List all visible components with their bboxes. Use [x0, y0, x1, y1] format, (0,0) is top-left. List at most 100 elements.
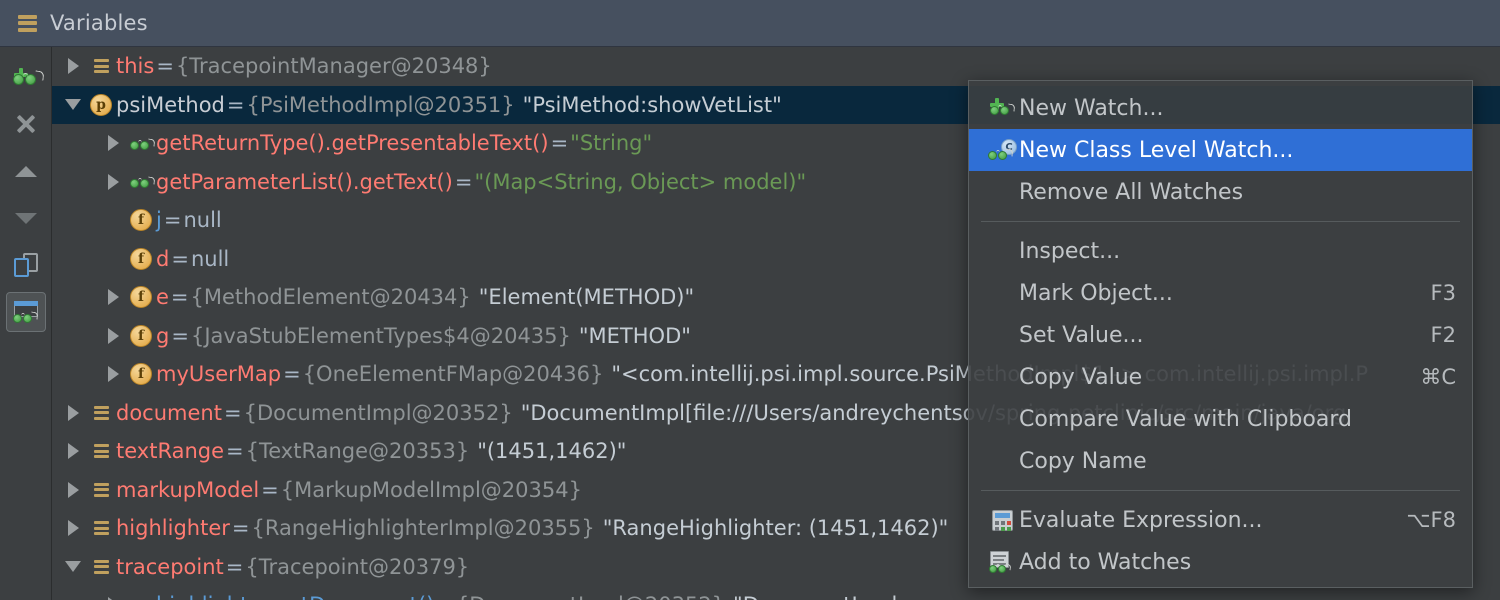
variable-name: tracepoint: [116, 555, 224, 579]
menu-item-label: Compare Value with Clipboard: [1019, 407, 1456, 432]
copy-documents-icon: [14, 253, 38, 277]
page-title: Variables: [50, 11, 148, 35]
object-reference: {PsiMethodImpl@20351}: [246, 93, 514, 117]
menu-item-label: Copy Value: [1019, 365, 1400, 390]
equals-sign: =: [453, 170, 475, 194]
equals-sign: =: [162, 208, 184, 232]
variable-value: "PsiMethod:showVetList": [515, 93, 782, 117]
class-level-watch-button[interactable]: [6, 292, 46, 332]
variable-name: g: [156, 324, 169, 348]
chevron-right-icon[interactable]: [60, 443, 86, 459]
equals-sign: =: [224, 555, 246, 579]
variable-value: null: [191, 247, 229, 271]
object-reference: {TracepointManager@20348}: [176, 54, 492, 78]
move-up-button[interactable]: [6, 151, 46, 191]
watch-glasses-icon: [126, 175, 156, 188]
calculator-icon: [985, 510, 1019, 531]
object-reference: {Tracepoint@20379}: [245, 555, 469, 579]
stacked-bars-icon: [86, 483, 116, 497]
f-badge-icon: f: [126, 286, 156, 308]
variable-value: "String": [570, 131, 652, 155]
menu-item-shortcut: F3: [1411, 281, 1456, 305]
chevron-right-icon[interactable]: [100, 366, 126, 382]
remove-watch-button[interactable]: [6, 104, 46, 144]
variable-name: document: [116, 401, 222, 425]
variable-value: "(1451,1462)": [469, 439, 626, 463]
chevron-right-icon[interactable]: [100, 289, 126, 305]
chevron-right-icon[interactable]: [100, 328, 126, 344]
variable-name: this: [116, 54, 154, 78]
menu-item-new-class-level-watch[interactable]: CNew Class Level Watch...: [969, 129, 1472, 171]
equals-sign: =: [154, 54, 176, 78]
stacked-bars-icon: [86, 444, 116, 458]
equals-sign: =: [169, 324, 191, 348]
variables-panel-window: Variables thi: [0, 0, 1500, 600]
watch-glasses-icon: [126, 137, 156, 150]
menu-item-shortcut: ⌘C: [1400, 365, 1456, 389]
new-watch-button[interactable]: [6, 57, 46, 97]
copy-button[interactable]: [6, 245, 46, 285]
menu-item-copy-name[interactable]: Copy Name: [969, 440, 1472, 482]
chevron-right-icon[interactable]: [100, 174, 126, 190]
context-menu[interactable]: New Watch... CNew Class Level Watch...Rem…: [968, 80, 1473, 588]
menu-item-label: New Class Level Watch...: [1019, 138, 1456, 163]
variable-name: e: [156, 285, 169, 309]
variable-name: getReturnType().getPresentableText(): [156, 131, 549, 155]
variable-name: highlighter.getDocument(): [156, 593, 434, 600]
object-reference: {MethodElement@20434}: [191, 285, 471, 309]
arrow-down-icon: [15, 213, 37, 224]
chevron-right-icon[interactable]: [60, 482, 86, 498]
arrow-up-icon: [15, 166, 37, 177]
equals-sign: =: [224, 439, 246, 463]
menu-item-shortcut: ⌥F8: [1386, 508, 1456, 532]
watches-toolbar: [0, 47, 52, 600]
equals-sign: =: [230, 516, 252, 540]
chevron-right-icon[interactable]: [60, 520, 86, 536]
variable-name: myUserMap: [156, 362, 281, 386]
menu-item-label: Inspect...: [1019, 239, 1456, 264]
variable-value: null: [183, 208, 221, 232]
menu-item-evaluate-expression[interactable]: Evaluate Expression...⌥F8: [969, 499, 1472, 541]
chevron-down-icon[interactable]: [60, 561, 86, 572]
stacked-bars-icon: [86, 406, 116, 420]
variable-value: "METHOD": [571, 324, 691, 348]
chevron-right-icon[interactable]: [60, 405, 86, 421]
move-down-button[interactable]: [6, 198, 46, 238]
menu-item-label: New Watch...: [1019, 96, 1456, 121]
menu-item-compare-value-with-clipboard[interactable]: Compare Value with Clipboard: [969, 398, 1472, 440]
f-badge-icon: f: [126, 325, 156, 347]
object-reference: {MarkupModelImpl@20354}: [281, 478, 582, 502]
menu-item-label: Evaluate Expression...: [1019, 508, 1386, 533]
variable-name: textRange: [116, 439, 224, 463]
equals-sign: =: [222, 401, 244, 425]
menu-separator: [981, 221, 1460, 222]
object-reference: {DocumentImpl@20352}: [456, 593, 725, 600]
menu-item-new-watch[interactable]: New Watch...: [969, 87, 1472, 129]
chevron-down-icon[interactable]: [60, 99, 86, 110]
chevron-right-icon[interactable]: [60, 58, 86, 74]
variable-name: highlighter: [116, 516, 230, 540]
variable-value: "RangeHighlighter: (1451,1462)": [595, 516, 949, 540]
menu-item-mark-object[interactable]: Mark Object...F3: [969, 272, 1472, 314]
f-badge-icon: f: [126, 363, 156, 385]
variables-header: Variables: [0, 0, 1500, 47]
tree-row[interactable]: highlighter.getDocument() = {DocumentImp…: [52, 586, 1500, 600]
menu-item-label: Add to Watches: [1019, 550, 1456, 575]
menu-item-label: Mark Object...: [1019, 281, 1411, 306]
menu-item-remove-all-watches[interactable]: Remove All Watches: [969, 171, 1472, 213]
equals-sign: =: [259, 478, 281, 502]
object-reference: {JavaStubElementTypes$4@20435}: [191, 324, 571, 348]
object-reference: {RangeHighlighterImpl@20355}: [252, 516, 595, 540]
equals-sign: =: [549, 131, 571, 155]
f-badge-icon: f: [126, 209, 156, 231]
menu-item-add-to-watches[interactable]: Add to Watches: [969, 541, 1472, 583]
add-to-watches-icon: [985, 551, 1019, 573]
menu-item-inspect[interactable]: Inspect...: [969, 230, 1472, 272]
menu-item-copy-value[interactable]: Copy Value⌘C: [969, 356, 1472, 398]
object-reference: {OneElementFMap@20436}: [303, 362, 604, 386]
menu-item-label: Copy Name: [1019, 449, 1456, 474]
chevron-right-icon[interactable]: [100, 135, 126, 151]
variable-value: "DocumentImpl...: [725, 593, 917, 600]
menu-item-set-value[interactable]: Set Value...F2: [969, 314, 1472, 356]
stacked-bars-icon: [18, 15, 37, 32]
